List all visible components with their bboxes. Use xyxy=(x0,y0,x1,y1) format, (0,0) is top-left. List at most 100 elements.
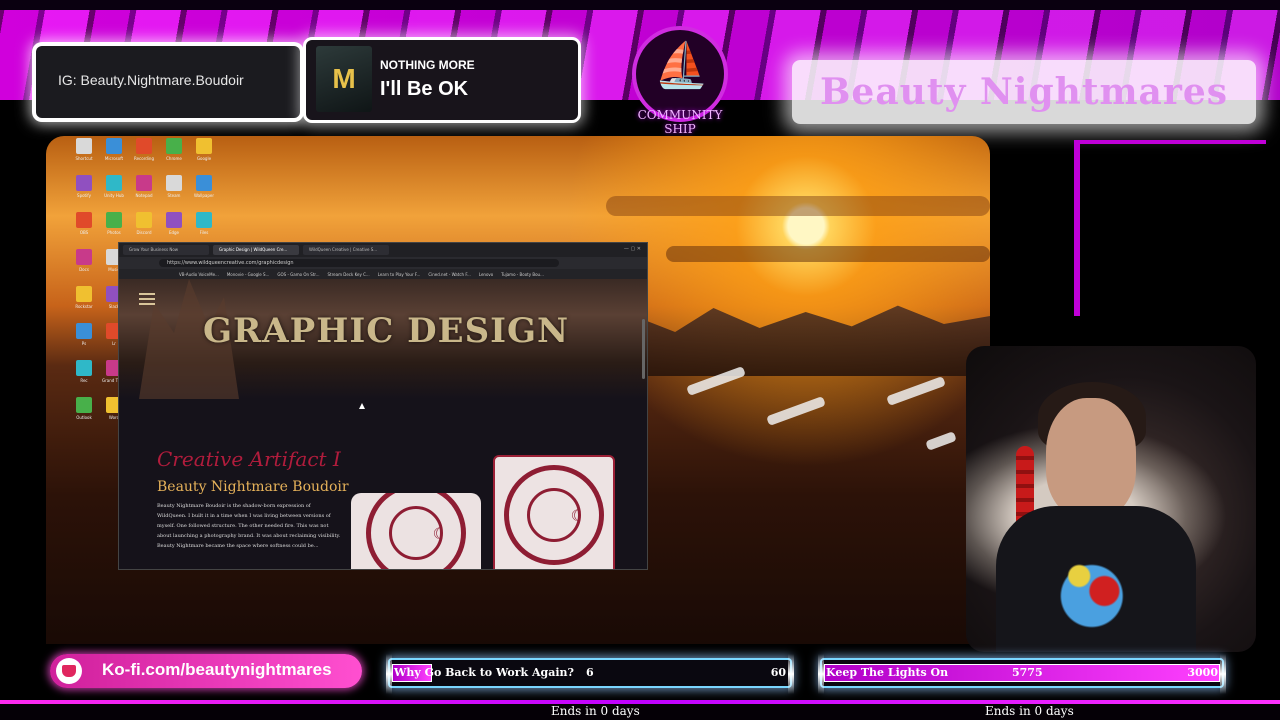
browser-tab[interactable]: Grow Your Business Now xyxy=(123,245,209,255)
goal-current: 5775 xyxy=(1012,666,1043,679)
bookmark[interactable]: Tujamo - Booty Bou... xyxy=(501,272,544,277)
app-icon xyxy=(76,360,92,376)
mouse-cursor-icon xyxy=(359,403,365,409)
raven-logo-card[interactable]: ☾ xyxy=(493,455,615,569)
app-icon xyxy=(76,249,92,265)
browser-tab-active[interactable]: Graphic Design | WildQueen Cre... xyxy=(213,245,299,255)
desktop-shortcut-label: Discord xyxy=(136,230,152,235)
top-strip xyxy=(0,0,1280,10)
cloud xyxy=(606,196,990,216)
desktop-shortcut[interactable]: Microsoft xyxy=(102,138,126,175)
desktop-shortcut-label: Photos xyxy=(107,230,121,235)
desktop-shortcut-label: Steam xyxy=(167,193,181,198)
bookmark[interactable]: GOS - Gamo On Str... xyxy=(277,272,319,277)
album-art-letter: M xyxy=(332,63,356,94)
moon-icon: ☾ xyxy=(570,506,585,525)
app-icon xyxy=(106,212,122,228)
desktop-shortcut-label: OBS xyxy=(79,230,89,235)
raven-logo-card[interactable]: ☾ xyxy=(351,493,481,569)
moon-icon: ☾ xyxy=(432,524,447,543)
browser-tab[interactable]: WildQueen Creative | Creative S... xyxy=(303,245,389,255)
desktop-shortcut-label: Rec xyxy=(80,378,88,383)
desktop-shortcut-label: Shortcut xyxy=(75,156,93,161)
cloud xyxy=(666,246,990,262)
window-controls[interactable]: — ▢ ✕ xyxy=(624,246,641,252)
channel-name-banner: Beauty Nightmares xyxy=(792,60,1256,124)
raven-emblem-icon: ☾ xyxy=(366,493,466,569)
menu-icon[interactable] xyxy=(139,293,155,308)
goal-name: Why Go Back to Work Again? xyxy=(394,666,574,679)
app-icon xyxy=(136,212,152,228)
spark-decoration xyxy=(788,654,794,694)
app-icon xyxy=(76,286,92,302)
desktop-shortcut[interactable]: Steam xyxy=(162,175,186,212)
app-icon xyxy=(196,138,212,154)
instagram-box: IG: Beauty.Nightmare.Boudoir xyxy=(36,46,300,118)
artifact-body: Beauty Nightmare Boudoir is the shadow-b… xyxy=(157,503,341,549)
goal-target: 60 xyxy=(770,666,786,679)
desktop-shortcut[interactable]: Chrome xyxy=(162,138,186,175)
scrollbar[interactable] xyxy=(642,319,645,379)
goal-bar-work: Why Go Back to Work Again? 6 60 xyxy=(386,654,794,694)
desktop-shortcut-label: Ps xyxy=(81,341,87,346)
desktop-shortcut[interactable]: OBS xyxy=(72,212,96,249)
now-playing-artist: NOTHING MORE xyxy=(380,58,475,72)
instagram-handle: IG: Beauty.Nightmare.Boudoir xyxy=(58,72,244,88)
address-bar: https://www.wildqueencreative.com/graphi… xyxy=(119,257,647,269)
desktop-shortcut[interactable]: Recording xyxy=(132,138,156,175)
bookmark[interactable]: Stream Deck Key C... xyxy=(328,272,370,277)
spark-decoration xyxy=(386,654,392,694)
app-icon xyxy=(166,138,182,154)
kofi-url: Ko-fi.com/beautynightmares xyxy=(102,660,332,679)
bookmark[interactable]: VB-Audio VoiceMe... xyxy=(179,272,219,277)
desktop-shortcut[interactable]: Spotify xyxy=(72,175,96,212)
url-field[interactable]: https://www.wildqueencreative.com/graphi… xyxy=(159,259,559,267)
desktop-shortcut-label: Microsoft xyxy=(104,156,124,161)
album-art: M xyxy=(316,46,372,112)
spark-decoration xyxy=(818,654,824,694)
bookmark[interactable]: Cined.net - Watch F... xyxy=(428,272,470,277)
browser-window[interactable]: Grow Your Business Now Graphic Design | … xyxy=(118,242,648,570)
bookmark[interactable]: Learn to Play Your F... xyxy=(378,272,421,277)
desktop-shortcut[interactable]: Rockstar xyxy=(72,286,96,323)
kofi-cup-shape xyxy=(62,665,76,677)
desktop-shortcut-label: Edge xyxy=(168,230,180,235)
app-icon xyxy=(196,212,212,228)
snow-patch xyxy=(925,431,957,451)
community-ship-logo: ⛵ COMMUNITY SHIP xyxy=(628,24,732,136)
goal-ends-label: Ends in 0 days xyxy=(985,704,1074,718)
app-icon xyxy=(136,138,152,154)
desktop-shortcut[interactable]: Ps xyxy=(72,323,96,360)
app-icon xyxy=(76,397,92,413)
goal-name: Keep The Lights On xyxy=(826,666,949,679)
desktop-shortcut[interactable]: Docs xyxy=(72,249,96,286)
purple-frame xyxy=(1074,140,1266,316)
desktop-shortcut[interactable]: Rec xyxy=(72,360,96,397)
desktop-shortcut-label: Files xyxy=(199,230,209,235)
webcam-feed xyxy=(966,346,1256,652)
app-icon xyxy=(166,212,182,228)
app-icon xyxy=(196,175,212,191)
desktop-shortcut[interactable]: Shortcut xyxy=(72,138,96,175)
app-icon xyxy=(76,323,92,339)
raven-emblem-icon: ☾ xyxy=(504,465,604,565)
desktop-shortcut-label: Docs xyxy=(79,267,89,272)
app-icon xyxy=(106,175,122,191)
desktop-shortcut[interactable]: Unity Hub xyxy=(102,175,126,212)
bookmark[interactable]: Monovie - Google S... xyxy=(227,272,270,277)
desktop-shortcut[interactable]: Notepad xyxy=(132,175,156,212)
streamer-face xyxy=(1046,398,1136,518)
desktop-shortcut[interactable]: Wallpaper xyxy=(192,175,216,212)
app-icon xyxy=(166,175,182,191)
app-icon xyxy=(76,175,92,191)
bookmarks-bar: VB-Audio VoiceMe... Monovie - Google S..… xyxy=(119,269,647,279)
browser-tab-bar: Grow Your Business Now Graphic Design | … xyxy=(119,243,647,257)
desktop-shortcut-label: Wallpaper xyxy=(193,193,214,198)
desktop-shortcut[interactable]: Outlook xyxy=(72,397,96,434)
app-icon xyxy=(136,175,152,191)
bookmark[interactable]: Lenovo xyxy=(479,272,493,277)
goal-target: 3000 xyxy=(1187,666,1218,679)
kofi-link[interactable]: Ko-fi.com/beautynightmares xyxy=(50,654,362,688)
app-icon xyxy=(76,138,92,154)
desktop-shortcut[interactable]: Google xyxy=(192,138,216,175)
